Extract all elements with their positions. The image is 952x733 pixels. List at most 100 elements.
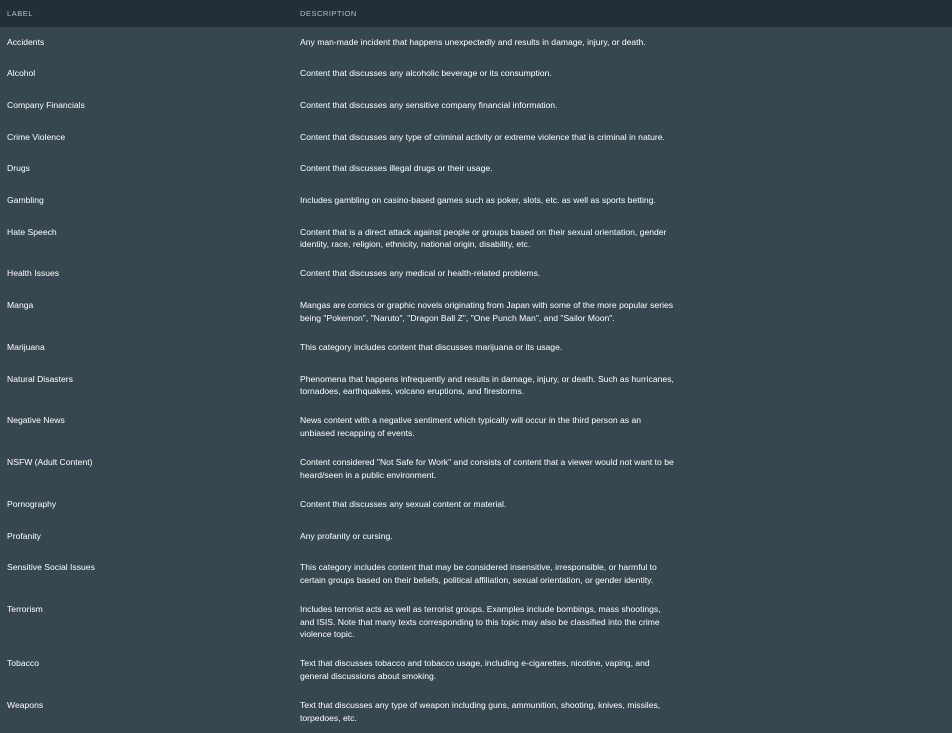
description-text: Text that discusses any type of weapon i… [300, 700, 661, 723]
cell-description: Content that discusses any medical or he… [150, 259, 675, 291]
cell-model-output: drugs [675, 154, 952, 186]
description-text: Content that discusses any type of crimi… [300, 131, 665, 142]
table-row: Crime Violence Content that discusses any… [0, 122, 952, 154]
label-text: Accidents [7, 36, 45, 47]
column-header-description[interactable]: DESCRIPTION [150, 0, 675, 27]
table-row: Weapons Text that discusses any type of w… [0, 690, 952, 733]
table-row: Profanity Any profanity or cursing. profan… [0, 521, 952, 553]
cell-description: Content considered "Not Safe for Work" a… [150, 448, 675, 490]
cell-description: Content that discusses any type of crimi… [150, 122, 675, 154]
cell-model-output: sensitive_social_issues [675, 553, 952, 595]
cell-description: This category includes content that may … [150, 553, 675, 595]
cell-description: News content with a negative sentiment w… [150, 406, 675, 448]
cell-description: Includes gambling on casino-based games … [150, 185, 675, 217]
cell-description: Content that discusses any sexual conten… [150, 490, 675, 522]
cell-description: Phenomena that happens infrequently and … [150, 364, 675, 406]
label-text: Terrorism [7, 604, 43, 615]
description-text: Content that is a direct attack against … [300, 226, 667, 250]
cell-label: Hate Speech [0, 217, 150, 259]
label-text: Health Issues [7, 268, 60, 279]
cell-description: Any profanity or cursing. [150, 521, 675, 553]
cell-label: Marijuana [0, 332, 150, 364]
cell-label: Company Financials [0, 90, 150, 122]
label-text: Crime Violence [7, 131, 66, 142]
description-text: Content that discusses any sensitive com… [300, 99, 558, 110]
table-row: Marijuana This category includes content … [0, 332, 952, 365]
cell-model-output: marijuana [675, 332, 952, 364]
label-text: Profanity [7, 530, 41, 541]
table-body: Accidents Any man-made incident that happ… [0, 27, 952, 733]
description-text: Phenomena that happens infrequently and … [300, 373, 674, 397]
cell-label: Negative News [0, 406, 150, 448]
cell-model-output: accidents [675, 27, 952, 59]
description-text: Content that discusses any sexual conten… [300, 499, 507, 510]
cell-label: Pornography [0, 490, 150, 522]
cell-label: Natural Disasters [0, 364, 150, 406]
cell-model-output: tobacco [675, 649, 952, 691]
cell-description: Content that is a direct attack against … [150, 217, 675, 259]
label-text: NSFW (Adult Content) [7, 457, 93, 468]
cell-label: Gambling [0, 185, 150, 217]
cell-model-output: profanity [675, 521, 952, 553]
description-text: Content that discusses any alcoholic bev… [300, 68, 552, 79]
column-header-model-output[interactable]: MODEL OUTPUT [675, 0, 952, 27]
cell-model-output: pornography [675, 490, 952, 522]
cell-label: Sensitive Social Issues [0, 553, 150, 595]
table-row: Hate Speech Content that is a direct atta… [0, 217, 952, 259]
label-text: Pornography [7, 499, 57, 510]
cell-model-output: hate_speech [675, 217, 952, 259]
label-text: Natural Disasters [7, 373, 73, 384]
cell-description: Content that discusses any sensitive com… [150, 90, 675, 122]
label-text: Sensitive Social Issues [7, 562, 95, 573]
cell-label: Profanity [0, 521, 150, 553]
cell-description: This category includes content that disc… [150, 332, 675, 364]
label-text: Marijuana [7, 341, 45, 352]
cell-model-output: nsfw [675, 448, 952, 490]
description-text: This category includes content that disc… [300, 341, 563, 352]
cell-description: Mangas are comics or graphic novels orig… [150, 291, 675, 333]
cell-label: Crime Violence [0, 122, 150, 154]
cell-model-output: negative_news [675, 406, 952, 448]
table-row: Drugs Content that discusses illegal drug… [0, 153, 952, 186]
description-text: This category includes content that may … [300, 562, 657, 585]
table-header-row: LABEL DESCRIPTION MODEL OUTPUT SUPPORTED… [0, 0, 952, 27]
column-header-label[interactable]: LABEL [0, 0, 150, 27]
cell-model-output: disasters [675, 364, 952, 406]
table-row: Company Financials Content that discusses… [0, 90, 952, 123]
label-text: Alcohol [7, 68, 36, 79]
cell-model-output: crime_violence [675, 122, 952, 154]
label-text: Weapons [7, 700, 44, 711]
table-row: NSFW (Adult Content) Content considered "… [0, 447, 952, 490]
description-text: Content that discusses illegal drugs or … [300, 163, 493, 174]
table-row: Accidents Any man-made incident that happ… [0, 27, 952, 59]
cell-description: Text that discusses any type of weapon i… [150, 691, 675, 733]
cell-model-output: manga [675, 291, 952, 333]
cell-label: Alcohol [0, 59, 150, 91]
label-text: Hate Speech [7, 226, 57, 237]
table-row: Natural Disasters Phenomena that happens … [0, 364, 952, 406]
description-text: Content that discusses any medical or he… [300, 268, 541, 279]
label-text: Manga [7, 300, 34, 311]
table-row: Tobacco Text that discusses tobacco and t… [0, 648, 952, 691]
label-text: Gambling [7, 194, 44, 205]
description-text: News content with a negative sentiment w… [300, 415, 642, 438]
cell-model-output: financials [675, 90, 952, 122]
description-text: Content considered "Not Safe for Work" a… [300, 457, 674, 480]
table-row: Health Issues Content that discusses any … [0, 258, 952, 291]
table-row: Alcohol Content that discusses any alcoho… [0, 58, 952, 91]
label-text: Drugs [7, 163, 30, 174]
cell-description: Content that discusses illegal drugs or … [150, 154, 675, 186]
cell-description: Content that discusses any alcoholic bev… [150, 59, 675, 91]
cell-label: Drugs [0, 154, 150, 186]
table-row: Manga Mangas are comics or graphic novels… [0, 290, 952, 333]
cell-label: Health Issues [0, 259, 150, 291]
cell-label: Accidents [0, 27, 150, 59]
table-row: Pornography Content that discusses any se… [0, 489, 952, 522]
label-text: Tobacco [7, 658, 40, 669]
cell-description: Text that discusses tobacco and tobacco … [150, 649, 675, 691]
description-text: Any profanity or cursing. [300, 530, 393, 541]
table-header: LABEL DESCRIPTION MODEL OUTPUT SUPPORTED… [0, 0, 952, 27]
cell-description: Any man-made incident that happens unexp… [150, 27, 675, 59]
table-row: Sensitive Social Issues This category inc… [0, 552, 952, 595]
label-text: Negative News [7, 415, 65, 426]
